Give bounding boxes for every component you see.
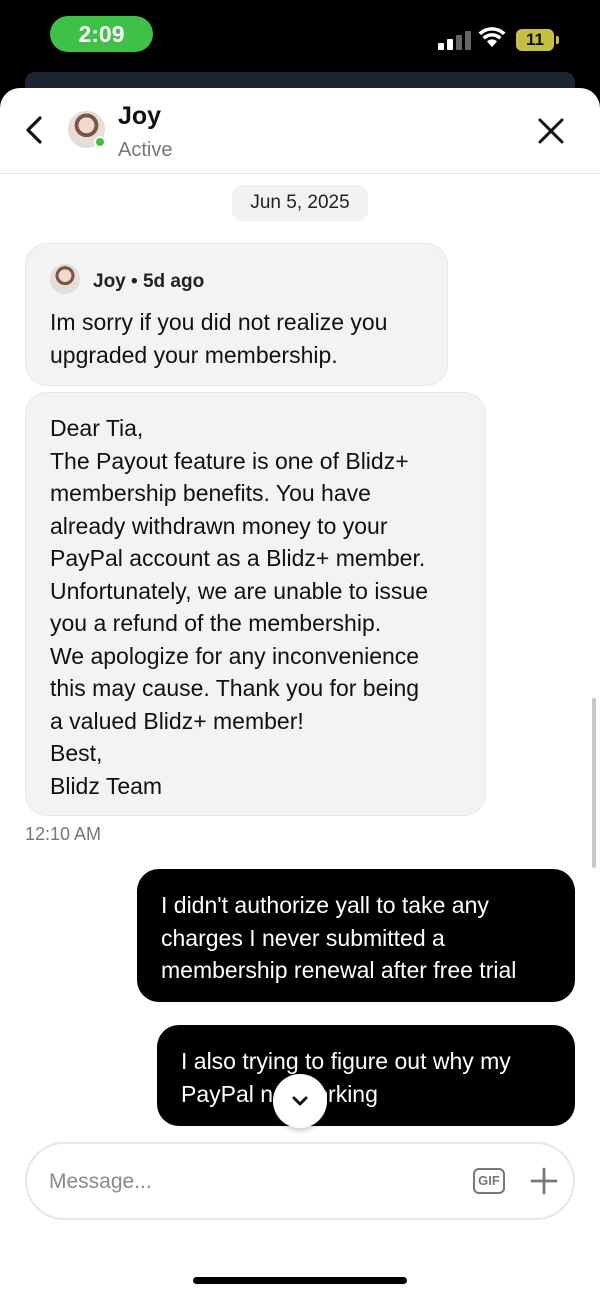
add-attachment-button[interactable] — [529, 1166, 559, 1196]
message-line: PayPal not working — [181, 1080, 378, 1107]
message-line: membership renewal after free trial — [161, 957, 517, 983]
message-line: The Payout feature is one of Blidz+ — [50, 447, 409, 474]
outgoing-message[interactable]: I also trying to figure out why my PayPa… — [157, 1025, 575, 1126]
message-input[interactable] — [49, 1164, 449, 1200]
gif-button[interactable]: GIF — [473, 1168, 505, 1194]
message-line: We apologize for any inconvenience — [50, 642, 420, 669]
status-bar: 2:09 11 — [0, 0, 600, 72]
online-status-dot — [94, 136, 106, 148]
message-line: I didn't authorize yall to take any — [161, 892, 489, 918]
plus-icon — [530, 1167, 558, 1195]
message-line: Im sorry if you did not realize you — [50, 309, 388, 335]
date-divider: Jun 5, 2025 — [232, 185, 368, 221]
message-line: you a refund of the membership. — [50, 610, 382, 636]
chat-sheet: Joy Active Jun 5, 2025 Joy • 5d ago Im s… — [0, 88, 600, 1298]
message-timestamp: 12:10 AM — [25, 824, 102, 844]
message-line: this may cause. Thank you for being — [50, 675, 420, 701]
incoming-message[interactable]: Joy • 5d ago Im sorry if you did not rea… — [25, 243, 448, 386]
chat-header: Joy Active — [0, 88, 600, 174]
message-text: Im sorry if you did not realize you upgr… — [50, 306, 440, 371]
message-line: Best, — [50, 740, 103, 766]
chevron-down-icon — [292, 1096, 308, 1106]
contact-status: Active — [118, 139, 173, 161]
wifi-icon — [478, 27, 506, 47]
back-button[interactable] — [18, 110, 54, 150]
scroll-to-bottom-button[interactable] — [273, 1074, 327, 1128]
battery-cap — [556, 36, 559, 44]
battery-level: 11 — [518, 31, 552, 49]
contact-name[interactable]: Joy — [118, 102, 161, 131]
home-indicator[interactable] — [193, 1277, 407, 1284]
sender-meta: Joy • 5d ago — [93, 271, 205, 292]
message-line: Dear Tia, — [50, 415, 144, 441]
scrollbar[interactable] — [592, 698, 596, 868]
incoming-message[interactable]: Dear Tia, The Payout feature is one of B… — [25, 392, 486, 816]
message-line: I also trying to figure out why my — [181, 1048, 511, 1074]
message-line: PayPal account as a Blidz+ member. — [50, 545, 426, 571]
message-line: already withdrawn money to your — [50, 512, 388, 539]
message-line: membership benefits. You have — [50, 480, 371, 506]
close-button[interactable] — [534, 114, 568, 148]
message-line: upgraded your membership. — [50, 341, 338, 368]
message-line: Blidz Team — [50, 772, 163, 799]
message-composer: GIF — [25, 1142, 575, 1220]
message-line: Unfortunately, we are unable to issue — [50, 577, 429, 604]
status-time: 2:09 — [50, 16, 153, 52]
outgoing-message[interactable]: I didn't authorize yall to take any char… — [137, 869, 575, 1002]
message-line: a valued Blidz+ member! — [50, 707, 304, 734]
battery-icon: 11 — [516, 29, 554, 51]
chevron-left-icon — [26, 116, 42, 144]
message-line: charges I never submitted a — [161, 924, 445, 951]
close-icon — [538, 118, 564, 144]
cellular-signal-icon — [438, 30, 471, 50]
sender-avatar — [50, 264, 80, 294]
